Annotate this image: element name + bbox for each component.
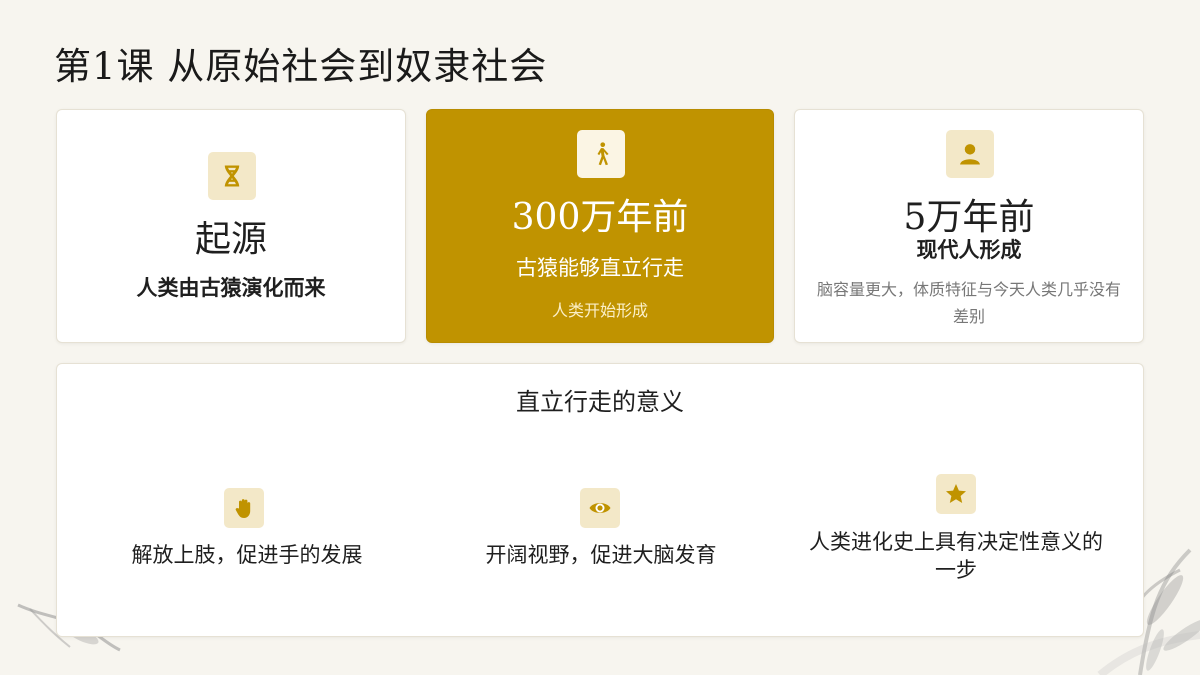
card-heading: 5万年前 xyxy=(903,197,1035,238)
card-subtitle: 人类由古猿演化而来 xyxy=(136,275,326,300)
dna-icon xyxy=(208,152,256,200)
significance-point: 解放上肢，促进手的发展 xyxy=(131,543,363,567)
significance-point: 开阔视野，促进大脑发育 xyxy=(485,543,717,567)
card-subtitle: 现代人形成 xyxy=(916,237,1022,262)
card-heading: 300万年前 xyxy=(511,197,689,238)
card-3-million-years: 300万年前 古猿能够直立行走 人类开始形成 xyxy=(426,109,774,343)
card-origin: 起源 人类由古猿演化而来 xyxy=(56,109,406,343)
card-heading: 起源 xyxy=(194,219,267,260)
significance-point: 人类进化史上具有决定性意义的一步 xyxy=(809,530,1103,582)
star-icon xyxy=(936,474,976,514)
eye-icon xyxy=(580,488,620,528)
page-title: 第1课 从原始社会到奴隶社会 xyxy=(54,45,548,88)
hand-icon xyxy=(224,488,264,528)
walking-person-icon xyxy=(577,130,625,178)
person-icon xyxy=(946,130,994,178)
card-subtitle: 古猿能够直立行走 xyxy=(516,256,684,280)
card-note: 人类开始形成 xyxy=(551,301,648,320)
card-note: 脑容量更大，体质特征与今天人类几乎没有差别 xyxy=(817,280,1122,326)
significance-panel: 直立行走的意义 解放上肢，促进手的发展 开阔视野，促进大脑发育 人类进化史上具有… xyxy=(56,363,1144,637)
card-50-thousand-years: 5万年前 现代人形成 脑容量更大，体质特征与今天人类几乎没有差别 xyxy=(794,109,1144,343)
section-heading: 直立行走的意义 xyxy=(516,388,684,416)
